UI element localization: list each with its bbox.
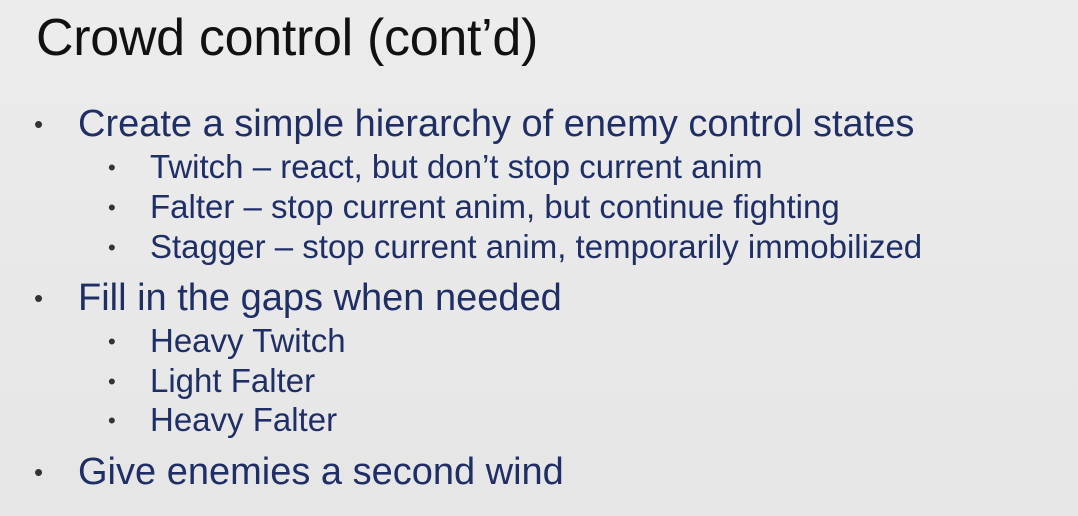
bullet-item: Fill in the gaps when needed	[78, 277, 562, 319]
bullet-item: Create a simple hierarchy of enemy contr…	[78, 103, 915, 145]
bullet-list: • Create a simple hierarchy of enemy con…	[0, 0, 1078, 516]
slide: Crowd control (cont’d) • Create a simple…	[0, 0, 1078, 516]
sub-bullet-dot: •	[108, 235, 116, 260]
sub-bullet-dot: •	[108, 408, 116, 433]
sub-bullet-dot: •	[108, 369, 116, 394]
bullet-dot: •	[34, 283, 44, 313]
sub-bullet-item: Heavy Falter	[150, 401, 338, 438]
sub-bullet-item: Falter – stop current anim, but continue…	[150, 188, 840, 225]
sub-bullet-item: Twitch – react, but don’t stop current a…	[150, 148, 763, 185]
sub-bullet-dot: •	[108, 155, 116, 180]
sub-bullet-item: Light Falter	[150, 362, 316, 399]
bullet-dot: •	[34, 457, 44, 487]
sub-bullet-dot: •	[108, 329, 116, 354]
bullet-item: Give enemies a second wind	[78, 451, 564, 493]
sub-bullet-dot: •	[108, 195, 116, 220]
bullet-dot: •	[34, 109, 44, 139]
sub-bullet-item: Stagger – stop current anim, temporarily…	[150, 228, 923, 265]
sub-bullet-item: Heavy Twitch	[150, 322, 346, 359]
